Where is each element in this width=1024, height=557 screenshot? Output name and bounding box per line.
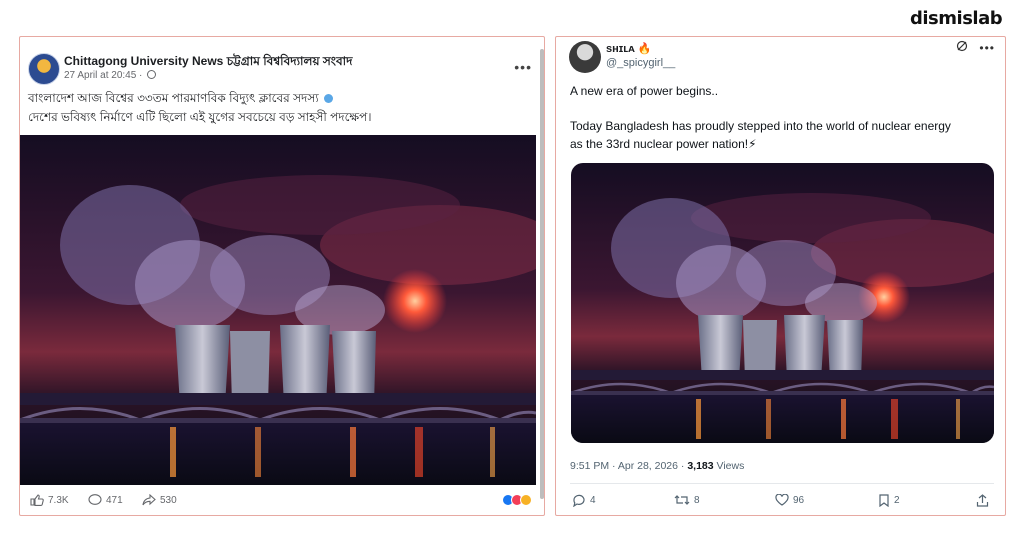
- reaction-icons[interactable]: [502, 494, 532, 509]
- like-count: 96: [793, 494, 805, 506]
- views-label: Views: [713, 460, 745, 472]
- user-avatar[interactable]: [569, 41, 601, 73]
- bookmark-icon: [879, 494, 889, 507]
- share-count: 530: [160, 494, 177, 506]
- post-timestamp[interactable]: 27 April at 20:45 ·: [64, 70, 157, 81]
- heart-icon: [775, 494, 789, 506]
- tweet-top-icons: •••: [956, 40, 995, 55]
- views-count: 3,183: [687, 460, 714, 472]
- like-count: 7.3K: [48, 494, 69, 506]
- bookmark-button[interactable]: 2: [878, 494, 900, 507]
- post-actions-bar: 7.3K 471 530: [30, 494, 540, 510]
- comment-count: 471: [106, 494, 123, 506]
- scrollbar[interactable]: [540, 49, 544, 499]
- wow-reaction-icon: [520, 494, 532, 506]
- share-icon: [142, 494, 156, 506]
- timestamp-text[interactable]: 27 April at 20:45 ·: [64, 70, 142, 81]
- tweet-text-line-1: A new era of power begins..: [570, 84, 719, 98]
- comment-icon: [88, 494, 102, 505]
- display-name[interactable]: sʜɪʟᴀ 🔥: [606, 42, 651, 55]
- brand-logo: dismislab: [910, 8, 1003, 29]
- tweet-actions-bar: 4 8 96 2: [570, 494, 994, 510]
- nuclear-plant-image[interactable]: [20, 135, 536, 485]
- globe-icon: [147, 70, 157, 79]
- nuclear-plant-image[interactable]: [571, 163, 994, 443]
- thumbs-up-icon: [30, 494, 44, 506]
- post-text-line-1-text: বাংলাদেশ আজ বিশ্বের ৩৩তম পারমাণবিক বিদ্য…: [28, 91, 319, 105]
- tweet-text-line-2: Today Bangladesh has proudly stepped int…: [570, 119, 951, 133]
- retweet-button[interactable]: 8: [674, 494, 700, 506]
- grok-icon[interactable]: [956, 40, 968, 52]
- post-text-line-2: দেশের ভবিষ্যৎ নির্মাণে এটি ছিলো এই যুগের…: [28, 110, 372, 124]
- like-button[interactable]: 96: [775, 494, 804, 506]
- more-options-icon[interactable]: •••: [514, 59, 532, 75]
- tweet-text-line-3: as the 33rd nuclear power nation!⚡: [570, 137, 757, 151]
- user-handle[interactable]: @_spicygirl__: [606, 57, 675, 69]
- reply-button[interactable]: 4: [572, 494, 596, 507]
- tweet-time-date[interactable]: 9:51 PM · Apr 28, 2026 ·: [570, 460, 687, 472]
- reply-count: 4: [590, 495, 596, 506]
- tweet-metadata: 9:51 PM · Apr 28, 2026 · 3,183 Views: [570, 460, 744, 472]
- retweet-icon: [674, 495, 690, 505]
- blue-heart-emoji-icon: [324, 94, 334, 103]
- bookmark-count: 2: [894, 495, 900, 506]
- reply-icon: [573, 494, 585, 507]
- facebook-post-card: Chittagong University News চট্টগ্রাম বিশ…: [19, 36, 545, 516]
- divider: [570, 483, 994, 484]
- share-button[interactable]: 530: [142, 494, 177, 506]
- share-icon: [976, 494, 989, 507]
- page-avatar[interactable]: [28, 53, 60, 85]
- tweet-card: sʜɪʟᴀ 🔥 @_spicygirl__ ••• A new era of p…: [555, 36, 1006, 516]
- post-text-line-1: বাংলাদেশ আজ বিশ্বের ৩৩তম পারমাণবিক বিদ্য…: [28, 90, 334, 110]
- post-header: Chittagong University News চট্টগ্রাম বিশ…: [28, 51, 538, 87]
- retweet-count: 8: [694, 494, 700, 506]
- like-button[interactable]: 7.3K: [30, 494, 69, 506]
- more-options-icon[interactable]: •••: [979, 41, 995, 55]
- comment-button[interactable]: 471: [88, 494, 123, 506]
- share-button[interactable]: [976, 494, 989, 507]
